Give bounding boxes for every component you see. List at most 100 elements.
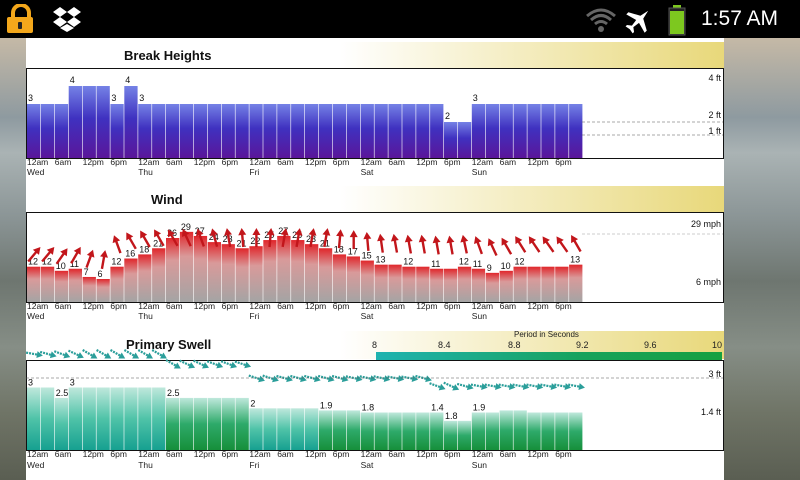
- break-data-label: 2: [445, 111, 450, 121]
- wind-title-band: [26, 186, 724, 212]
- day-label: Wed: [27, 167, 45, 177]
- hour-tick-label: 6am: [166, 449, 183, 459]
- day-label: Thu: [138, 311, 153, 321]
- break-bar: [68, 86, 82, 158]
- wind-data-label: 12: [403, 257, 413, 267]
- swell-bar: [96, 387, 110, 450]
- hour-tick-label: 6am: [388, 449, 405, 459]
- break-bar: [402, 104, 416, 158]
- break-bar: [318, 104, 333, 158]
- swell-bar: [360, 412, 374, 450]
- wind-data-label: 16: [125, 249, 135, 259]
- swell-bar: [430, 412, 444, 450]
- swell-bar: [332, 410, 347, 450]
- wind-bar: [152, 248, 166, 302]
- day-label: Fri: [249, 311, 259, 321]
- wind-bar: [40, 266, 55, 302]
- hour-tick-label: 12am: [472, 301, 493, 311]
- hour-tick-label: 6pm: [555, 157, 572, 167]
- wind-ytick-label: 6 mph: [696, 277, 721, 287]
- break-bar: [513, 104, 527, 158]
- wind-bar: [555, 266, 569, 302]
- wind-data-label: 11: [473, 259, 482, 269]
- break-bar: [54, 104, 69, 158]
- swell-bar: [138, 387, 152, 450]
- swell-bar: [555, 412, 569, 450]
- break-bar: [40, 104, 55, 158]
- break-bar: [207, 104, 221, 158]
- hour-tick-label: 12am: [472, 157, 493, 167]
- hour-tick-label: 6pm: [444, 157, 461, 167]
- hour-tick-label: 6pm: [222, 157, 239, 167]
- wind-bar: [527, 266, 541, 302]
- wind-bar: [360, 260, 374, 302]
- hour-tick-label: 6am: [500, 157, 517, 167]
- hour-tick-label: 6am: [166, 157, 183, 167]
- wind-bar: [318, 248, 333, 302]
- swell-bar: [374, 412, 388, 450]
- period-legend-bar: [376, 352, 722, 360]
- day-label: Thu: [138, 167, 153, 177]
- period-legend-label: 8.8: [508, 340, 521, 350]
- wind-data-label: 6: [98, 269, 103, 279]
- swell-ytick-label: 3 ft: [708, 369, 721, 379]
- hour-tick-label: 12pm: [416, 301, 437, 311]
- swell-bar: [152, 387, 166, 450]
- wind-data-label: 12: [515, 257, 525, 267]
- break-bar: [332, 104, 347, 158]
- hour-tick-label: 12am: [361, 449, 382, 459]
- wifi-icon: [586, 8, 616, 32]
- hour-tick-label: 12pm: [527, 157, 548, 167]
- hour-tick-label: 6pm: [333, 157, 350, 167]
- hour-tick-label: 12am: [361, 301, 382, 311]
- swell-bar: [110, 387, 124, 450]
- wind-data-label: 13: [376, 255, 386, 265]
- break-bar: [471, 104, 486, 158]
- swell-bar: [54, 397, 69, 450]
- hour-tick-label: 12am: [249, 157, 270, 167]
- swell-bar: [263, 408, 277, 450]
- break-heights-title: Break Heights: [124, 48, 211, 63]
- swell-bar: [416, 412, 430, 450]
- hour-tick-label: 6am: [277, 301, 294, 311]
- break-bar: [541, 104, 555, 158]
- swell-bar: [346, 410, 360, 450]
- hour-tick-label: 6am: [166, 301, 183, 311]
- swell-bar: [291, 408, 305, 450]
- hour-tick-label: 6pm: [444, 301, 461, 311]
- wind-bar: [166, 238, 180, 302]
- swell-bar: [388, 412, 402, 450]
- break-bar: [499, 104, 513, 158]
- swell-bar: [471, 412, 486, 450]
- hour-tick-label: 12pm: [83, 301, 104, 311]
- hour-tick-label: 12pm: [305, 449, 326, 459]
- wind-bar: [138, 254, 152, 302]
- wind-data-label: 15: [362, 251, 372, 261]
- break-bar: [430, 104, 444, 158]
- break-bar: [82, 86, 96, 158]
- wind-data-label: 10: [501, 261, 511, 271]
- swell-data-label: 2: [250, 398, 255, 408]
- hour-tick-label: 12am: [27, 157, 48, 167]
- wind-bar: [179, 231, 194, 302]
- wind-bar: [54, 270, 69, 302]
- break-data-label: 4: [125, 75, 130, 85]
- wind-bar: [27, 266, 41, 302]
- break-ytick-label: 1 ft: [708, 126, 721, 136]
- break-bar: [527, 104, 541, 158]
- wind-data-label: 11: [431, 259, 440, 269]
- swell-bar: [277, 408, 291, 450]
- period-legend-label: 9.6: [644, 340, 657, 350]
- swell-bar: [318, 410, 333, 450]
- hour-tick-label: 6pm: [555, 449, 572, 459]
- hour-tick-label: 6pm: [110, 301, 127, 311]
- day-label: Wed: [27, 311, 45, 321]
- wind-bar: [68, 268, 82, 302]
- wind-title: Wind: [151, 192, 183, 207]
- hour-tick-label: 6pm: [110, 157, 127, 167]
- day-label: Sun: [472, 460, 487, 470]
- wind-bar: [444, 268, 458, 302]
- swell-bar: [179, 397, 194, 450]
- swell-bar: [193, 397, 208, 450]
- day-label: Fri: [249, 167, 259, 177]
